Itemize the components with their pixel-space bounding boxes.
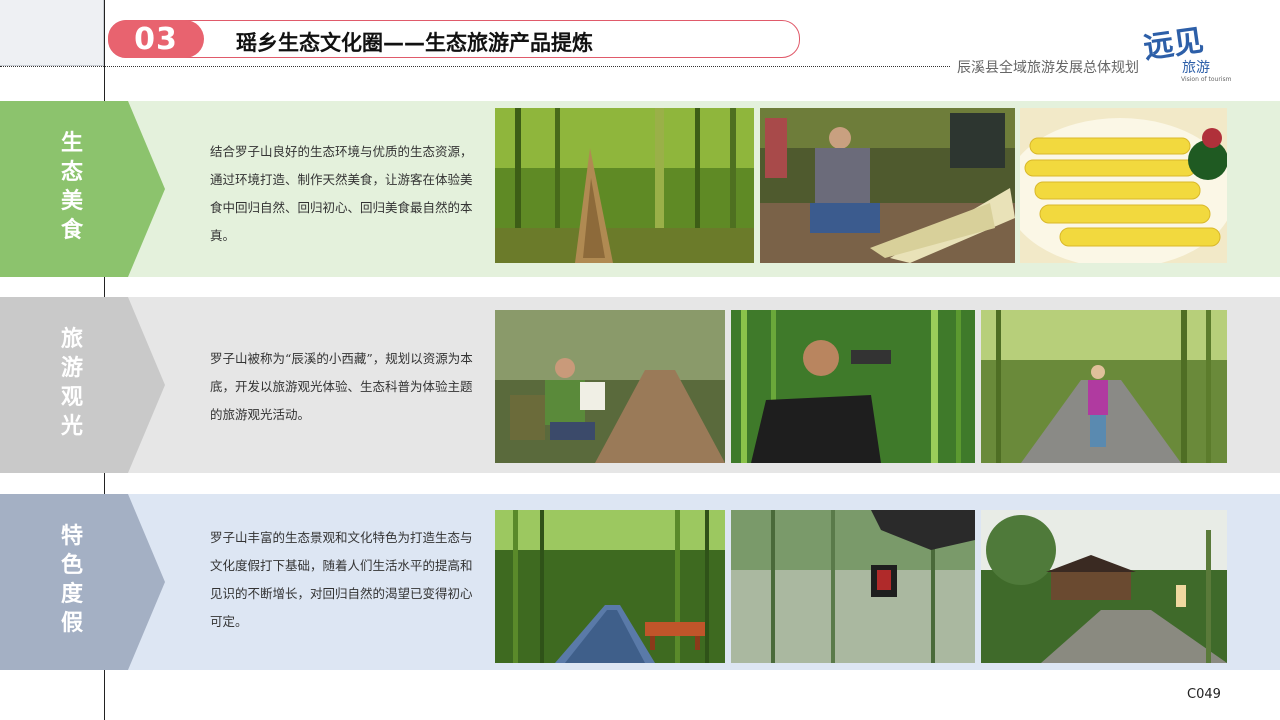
man-with-binoculars-photo <box>731 310 975 463</box>
tag-label: 旅游观光 <box>60 327 83 439</box>
bamboo-path-bench-photo <box>495 510 725 663</box>
section-tag-food: 生态美食 <box>0 101 165 277</box>
section-tag-sightseeing: 旅游观光 <box>0 297 165 473</box>
section-description: 罗子山丰富的生态景观和文化特色为打造生态与文化度假打下基础，随着人们生活水平的提… <box>210 530 473 629</box>
tag-label: 特色度假 <box>60 524 83 636</box>
section-number: 03 <box>108 20 204 58</box>
plan-title: 辰溪县全域旅游发展总体规划 <box>957 60 1139 76</box>
lantern-bamboo-courtyard-photo <box>731 510 975 663</box>
sliced-shoots-dish-photo <box>1020 108 1227 263</box>
section-description: 结合罗子山良好的生态环境与优质的生态资源，通过环境打造、制作天然美食，让游客在体… <box>210 144 473 243</box>
hiker-reading-map-photo <box>495 310 725 463</box>
corner-block <box>0 0 104 66</box>
header-divider <box>0 66 950 67</box>
villagers-peeling-shoots-photo <box>760 108 1015 263</box>
logo-side-text: 旅游 <box>1182 60 1210 76</box>
logo-subtitle: Vision of tourism <box>1181 76 1232 83</box>
resort-garden-photo <box>981 510 1227 663</box>
page-number: C049 <box>1187 687 1221 702</box>
girl-on-stone-path-photo <box>981 310 1227 463</box>
tag-label: 生态美食 <box>60 131 83 243</box>
bamboo-shoot-forest-photo <box>495 108 754 263</box>
page-title: 瑶乡生态文化圈——生态旅游产品提炼 <box>236 31 593 55</box>
section-tag-resort: 特色度假 <box>0 494 165 670</box>
section-description: 罗子山被称为“辰溪的小西藏”，规划以资源为本底，开发以旅游观光体验、生态科普为体… <box>210 351 473 422</box>
